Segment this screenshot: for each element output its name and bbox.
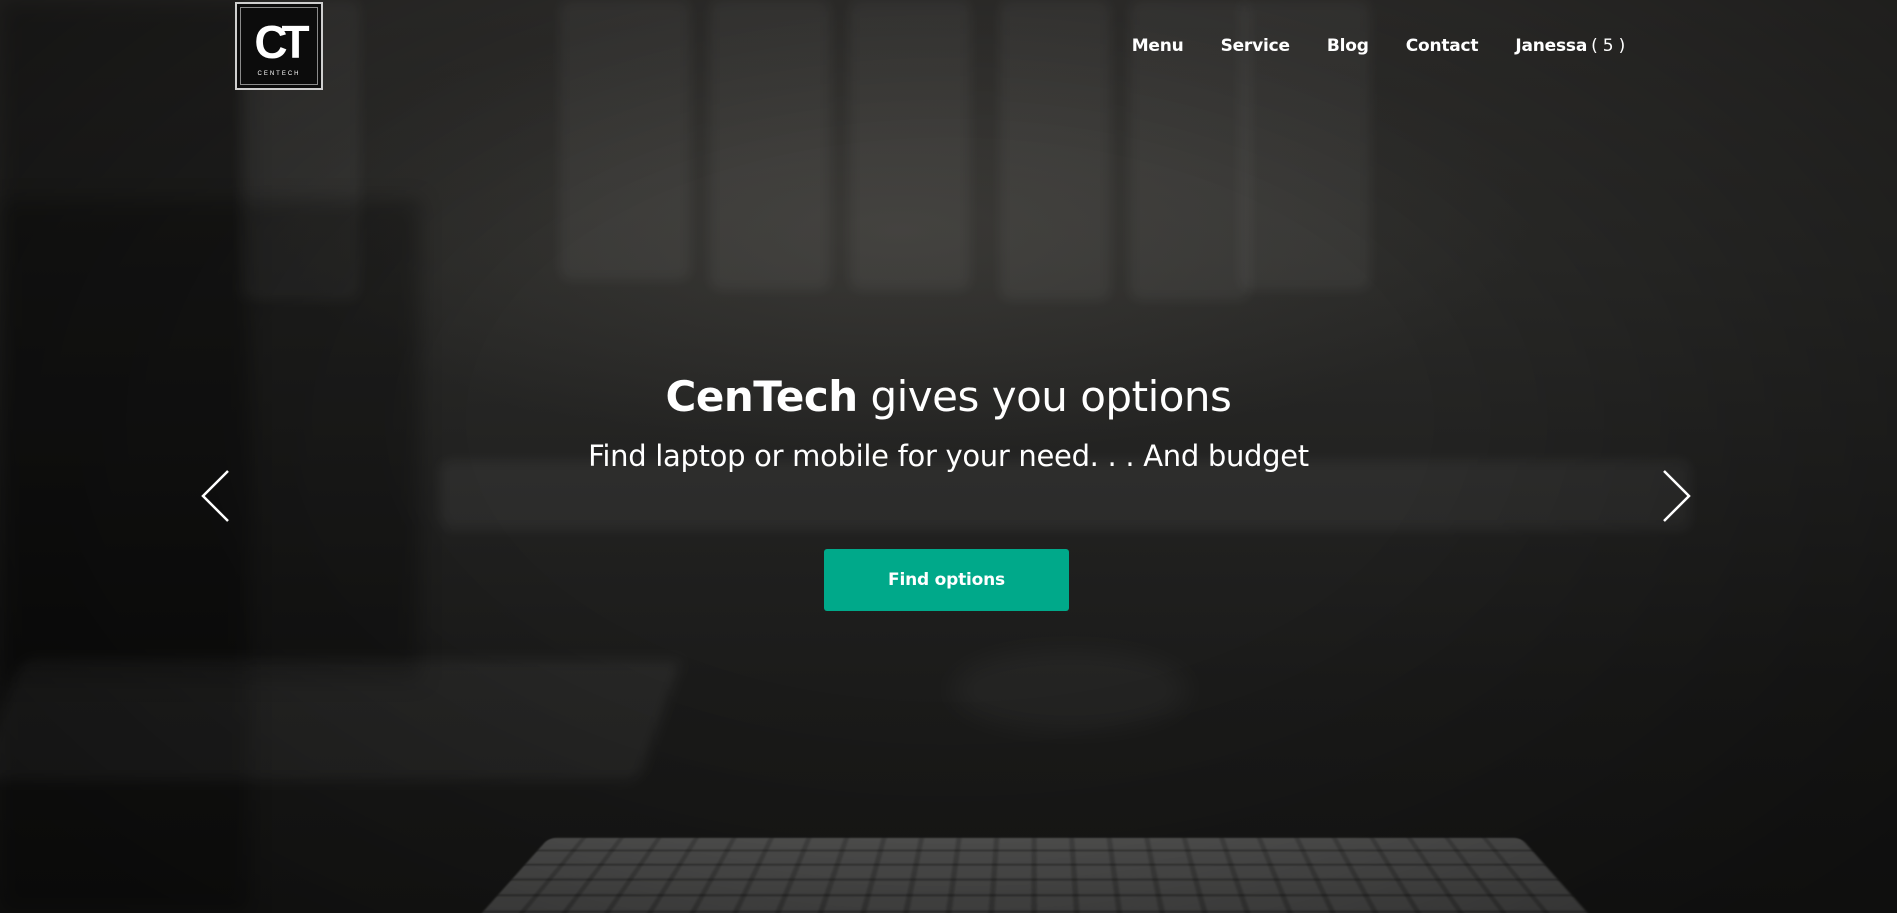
headline-brand: CenTech — [666, 372, 858, 421]
hero-section: CT CENTECH Menu Service Blog Contact Jan… — [0, 0, 1897, 913]
background-blur — [850, 0, 970, 290]
nav-item-contact[interactable]: Contact — [1406, 36, 1479, 56]
background-blur — [950, 650, 1190, 730]
background-keyboard — [465, 838, 1605, 913]
site-logo[interactable]: CT CENTECH — [235, 2, 323, 90]
logo-mark: CT — [254, 19, 303, 65]
nav-item-blog[interactable]: Blog — [1327, 36, 1369, 56]
background-blur — [710, 0, 830, 290]
user-count-badge: ( 5 ) — [1591, 36, 1625, 56]
nav-item-user[interactable]: Janessa( 5 ) — [1515, 36, 1625, 56]
main-nav: Menu Service Blog Contact Janessa( 5 ) — [1095, 36, 1625, 56]
chevron-right-icon — [1654, 468, 1694, 524]
chevron-left-icon — [198, 468, 238, 524]
nav-item-menu[interactable]: Menu — [1132, 36, 1184, 56]
user-name: Janessa — [1515, 36, 1587, 56]
headline-rest: gives you options — [858, 372, 1232, 421]
background-blur — [0, 660, 682, 780]
background-blur — [560, 0, 690, 280]
carousel-prev-button[interactable] — [198, 468, 238, 524]
hero-subline: Find laptop or mobile for your need. . .… — [0, 438, 1897, 474]
carousel-next-button[interactable] — [1654, 468, 1694, 524]
nav-item-service[interactable]: Service — [1221, 36, 1290, 56]
hero-headline: CenTech gives you options — [0, 372, 1897, 422]
background-blur — [1000, 0, 1110, 300]
find-options-button[interactable]: Find options — [824, 549, 1069, 611]
logo-text: CENTECH — [257, 71, 300, 77]
